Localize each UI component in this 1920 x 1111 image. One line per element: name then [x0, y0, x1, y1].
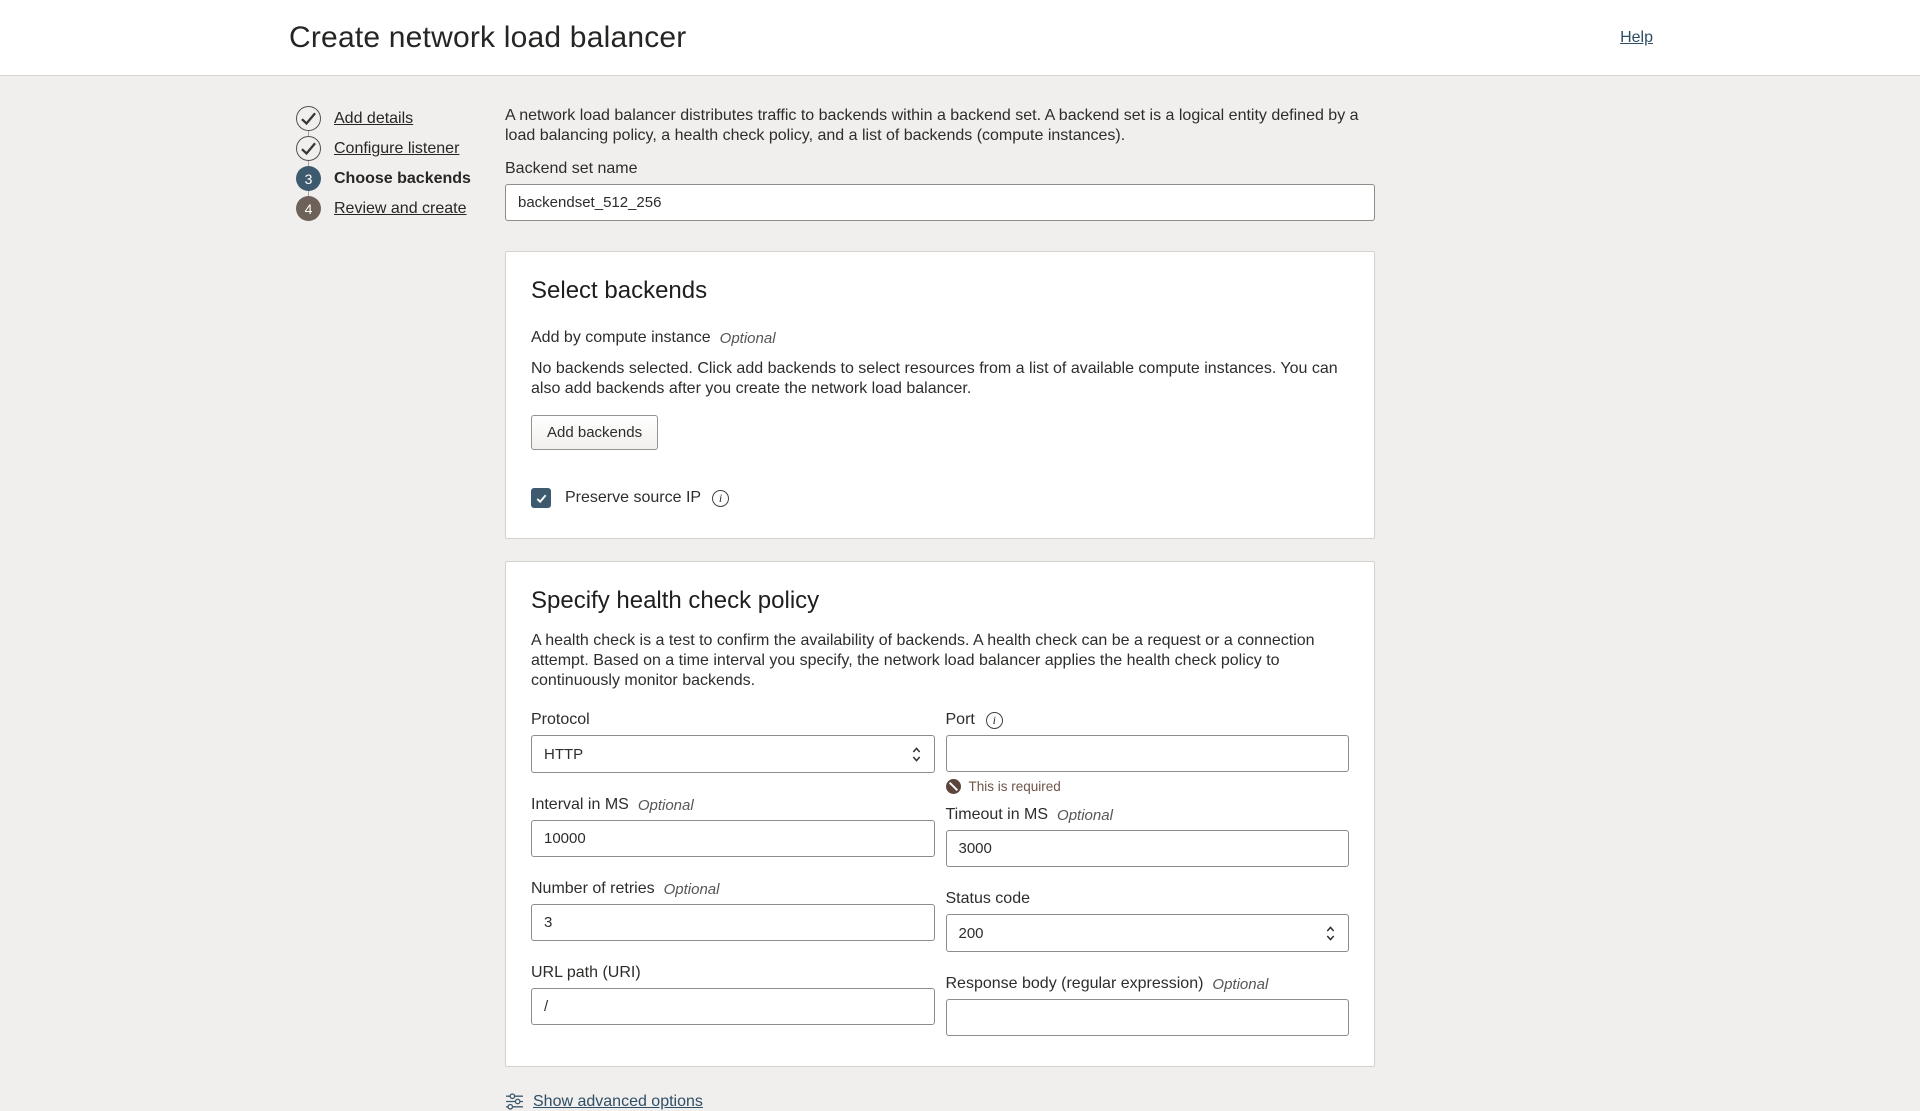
preserve-source-ip-checkbox[interactable]: [531, 488, 551, 508]
intro-description: A network load balancer distributes traf…: [505, 106, 1375, 146]
protocol-selected-value: HTTP: [544, 746, 911, 763]
step-label[interactable]: Review and create: [334, 200, 467, 218]
port-error-row: This is required: [946, 779, 1350, 794]
backend-set-name-label: Backend set name: [505, 160, 1375, 178]
main-panel: A network load balancer distributes traf…: [505, 106, 1375, 1111]
add-by-compute-instance-label: Add by compute instance: [531, 329, 711, 347]
status-code-select[interactable]: 200: [946, 914, 1350, 952]
step-add-details[interactable]: Add details: [296, 106, 505, 131]
backend-set-name-input[interactable]: [505, 184, 1375, 221]
health-check-form-right-column: Port i This is required: [946, 711, 1350, 1036]
retries-input[interactable]: [531, 904, 935, 941]
help-link[interactable]: Help: [1620, 29, 1653, 47]
optional-tag: Optional: [720, 330, 776, 347]
response-body-field: Response body (regular expression) Optio…: [946, 975, 1350, 1036]
health-check-title: Specify health check policy: [531, 587, 1349, 615]
step-choose-backends: 3 Choose backends: [296, 166, 505, 191]
health-check-description: A health check is a test to confirm the …: [531, 631, 1346, 691]
health-check-form: Protocol HTTP Interval in MS: [531, 711, 1349, 1036]
step-review-and-create[interactable]: 4 Review and create: [296, 196, 505, 221]
error-icon: [946, 779, 961, 794]
url-path-label: URL path (URI): [531, 964, 641, 982]
retries-field: Number of retries Optional: [531, 880, 935, 941]
optional-tag: Optional: [1212, 976, 1268, 993]
timeout-field: Timeout in MS Optional: [946, 806, 1350, 867]
status-code-selected-value: 200: [959, 925, 1326, 942]
port-error-message: This is required: [969, 779, 1061, 794]
check-icon: [296, 106, 321, 131]
step-number-badge: 3: [296, 166, 321, 191]
protocol-field: Protocol HTTP: [531, 711, 935, 773]
status-code-label: Status code: [946, 890, 1031, 908]
status-code-field: Status code 200: [946, 890, 1350, 952]
show-advanced-options-link[interactable]: Show advanced options: [533, 1093, 703, 1111]
select-caret-icon: [1325, 924, 1336, 943]
timeout-label: Timeout in MS: [946, 806, 1049, 824]
port-field: Port i This is required: [946, 711, 1350, 794]
response-body-input[interactable]: [946, 999, 1350, 1036]
port-input[interactable]: [946, 735, 1350, 772]
check-icon: [296, 136, 321, 161]
optional-tag: Optional: [1057, 807, 1113, 824]
select-backends-card: Select backends Add by compute instance …: [505, 251, 1375, 539]
protocol-select[interactable]: HTTP: [531, 735, 935, 773]
select-caret-icon: [911, 745, 922, 764]
health-check-policy-card: Specify health check policy A health che…: [505, 561, 1375, 1067]
retries-label: Number of retries: [531, 880, 655, 898]
select-backends-title: Select backends: [531, 277, 1349, 305]
page-title: Create network load balancer: [289, 21, 687, 55]
step-label: Choose backends: [334, 170, 471, 188]
optional-tag: Optional: [638, 797, 694, 814]
wizard-steps-nav: Add details Configure listener 3 Choose …: [296, 106, 505, 1111]
preserve-source-ip-label: Preserve source IP: [565, 489, 701, 507]
sliders-icon: [505, 1092, 524, 1111]
optional-tag: Optional: [664, 881, 720, 898]
page-header: Create network load balancer Help: [0, 0, 1920, 76]
advanced-options-row: Show advanced options: [505, 1092, 1375, 1111]
step-label[interactable]: Add details: [334, 110, 413, 128]
url-path-input[interactable]: [531, 988, 935, 1025]
protocol-label: Protocol: [531, 711, 590, 729]
response-body-label: Response body (regular expression): [946, 975, 1204, 993]
timeout-input[interactable]: [946, 830, 1350, 867]
port-label: Port: [946, 711, 975, 729]
health-check-form-left-column: Protocol HTTP Interval in MS: [531, 711, 935, 1036]
info-icon[interactable]: i: [712, 490, 729, 507]
add-backends-button[interactable]: Add backends: [531, 415, 658, 450]
preserve-source-ip-row: Preserve source IP i: [531, 488, 1349, 508]
url-path-field: URL path (URI): [531, 964, 935, 1025]
step-label[interactable]: Configure listener: [334, 140, 459, 158]
interval-field: Interval in MS Optional: [531, 796, 935, 857]
add-by-compute-instance-row: Add by compute instance Optional: [531, 329, 1349, 347]
content-area: Add details Configure listener 3 Choose …: [0, 76, 1920, 1111]
step-number-badge: 4: [296, 196, 321, 221]
info-icon[interactable]: i: [986, 712, 1003, 729]
step-configure-listener[interactable]: Configure listener: [296, 136, 505, 161]
interval-input[interactable]: [531, 820, 935, 857]
select-backends-description: No backends selected. Click add backends…: [531, 359, 1349, 399]
interval-label: Interval in MS: [531, 796, 629, 814]
